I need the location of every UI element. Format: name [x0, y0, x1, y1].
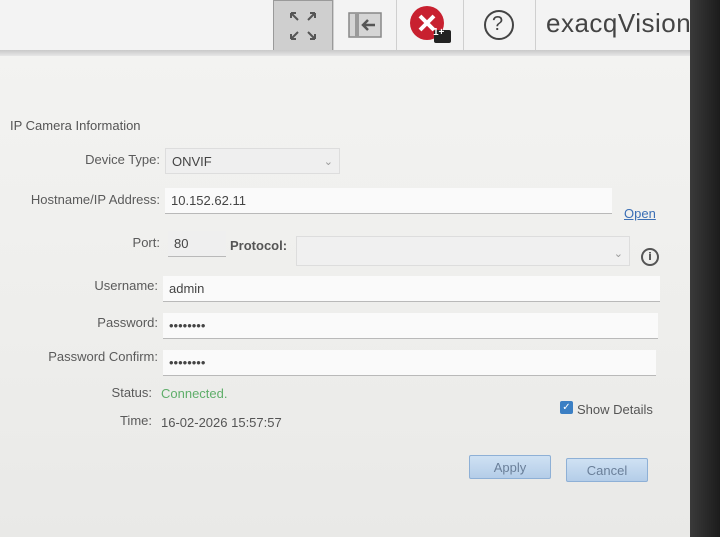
port-value: 80: [174, 236, 189, 251]
password-confirm-value: ••••••••: [169, 355, 206, 370]
info-icon[interactable]: i: [641, 248, 659, 266]
cancel-button[interactable]: Cancel: [566, 458, 648, 482]
brand-logo: exacqVision: [546, 8, 690, 38]
monitor-bezel: [690, 0, 720, 537]
status-value: Connected.: [161, 386, 228, 401]
device-type-value: ONVIF: [172, 154, 212, 169]
exit-panel-icon: [348, 12, 382, 38]
username-value: admin: [169, 281, 205, 296]
show-details-checkbox[interactable]: ✓: [560, 401, 573, 414]
exit-panel-button[interactable]: [333, 0, 396, 50]
port-label: Port:: [132, 235, 160, 250]
expand-arrows-icon: [290, 12, 316, 40]
toolbar-shadow: [0, 50, 690, 56]
top-toolbar: 1+ ? exacqVision: [0, 0, 690, 52]
help-button[interactable]: ?: [463, 0, 534, 50]
open-link[interactable]: Open: [624, 206, 656, 221]
time-label: Time:: [119, 413, 152, 428]
status-label: Status:: [111, 385, 152, 400]
section-title: IP Camera Information: [10, 118, 141, 133]
toolbar-divider: [535, 0, 537, 50]
chevron-down-icon: ⌄: [613, 248, 623, 260]
password-value: ••••••••: [169, 318, 206, 333]
password-input[interactable]: ••••••••: [163, 313, 658, 339]
device-type-label: Device Type:: [85, 152, 160, 167]
show-details-label: Show Details: [577, 402, 653, 417]
hostname-value: 10.152.62.11: [171, 193, 246, 208]
password-confirm-input[interactable]: ••••••••: [163, 350, 656, 376]
error-x-icon: [410, 6, 451, 43]
expand-button[interactable]: [273, 0, 333, 52]
username-label: Username:: [94, 278, 158, 293]
protocol-select[interactable]: ⌄: [296, 236, 630, 266]
help-glyph: ?: [492, 13, 504, 35]
error-count-badge: 1+: [433, 27, 445, 38]
time-value: 16-02-2026 15:57:57: [161, 415, 282, 430]
hostname-label: Hostname/IP Address:: [30, 192, 160, 207]
chevron-down-icon: ⌄: [323, 156, 333, 168]
password-label: Password:: [97, 315, 158, 330]
camera-settings-screen: 1+ ? exacqVision IP Camera Information D…: [0, 0, 690, 537]
password-confirm-label: Password Confirm:: [48, 349, 158, 364]
error-notification-button[interactable]: 1+: [396, 0, 463, 50]
protocol-label: Protocol:: [230, 238, 288, 253]
device-type-select[interactable]: ONVIF ⌄: [165, 148, 340, 174]
username-input[interactable]: admin: [163, 276, 660, 302]
apply-button[interactable]: Apply: [469, 455, 551, 479]
hostname-input[interactable]: 10.152.62.11: [165, 188, 612, 214]
port-input[interactable]: 80: [168, 231, 226, 257]
